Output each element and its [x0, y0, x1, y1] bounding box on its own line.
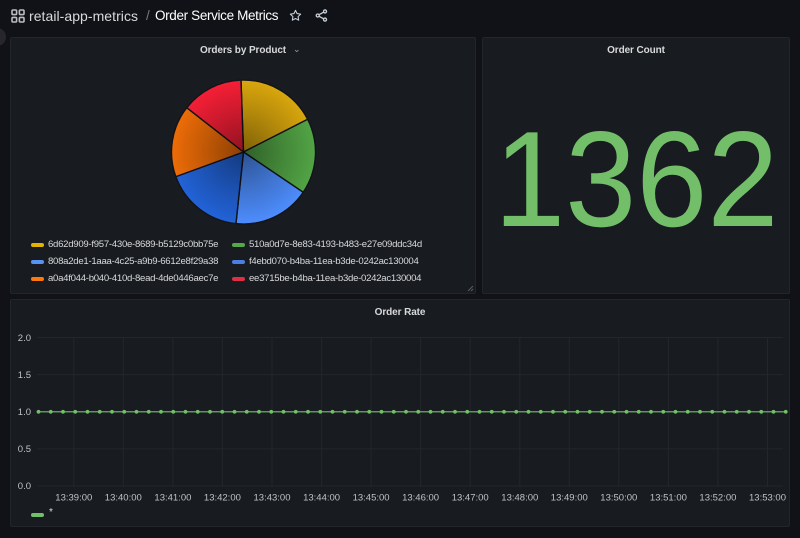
svg-text:13:42:00: 13:42:00: [204, 493, 241, 504]
svg-text:13:50:00: 13:50:00: [600, 493, 637, 504]
svg-text:13:52:00: 13:52:00: [699, 493, 736, 504]
svg-text:13:41:00: 13:41:00: [154, 493, 191, 504]
svg-text:13:47:00: 13:47:00: [452, 493, 489, 504]
svg-text:13:51:00: 13:51:00: [650, 493, 687, 504]
svg-text:2.0: 2.0: [18, 333, 31, 344]
svg-text:13:46:00: 13:46:00: [402, 493, 439, 504]
svg-text:1.0: 1.0: [18, 407, 31, 418]
svg-text:13:43:00: 13:43:00: [254, 493, 291, 504]
svg-text:13:48:00: 13:48:00: [501, 493, 538, 504]
svg-text:13:53:00: 13:53:00: [749, 493, 786, 504]
svg-text:13:44:00: 13:44:00: [303, 493, 340, 504]
svg-text:13:45:00: 13:45:00: [353, 493, 390, 504]
svg-text:0.0: 0.0: [18, 481, 31, 492]
svg-text:13:40:00: 13:40:00: [105, 493, 142, 504]
svg-text:1.5: 1.5: [18, 370, 31, 381]
svg-text:0.5: 0.5: [18, 444, 31, 455]
svg-text:13:39:00: 13:39:00: [55, 493, 92, 504]
svg-text:13:49:00: 13:49:00: [551, 493, 588, 504]
